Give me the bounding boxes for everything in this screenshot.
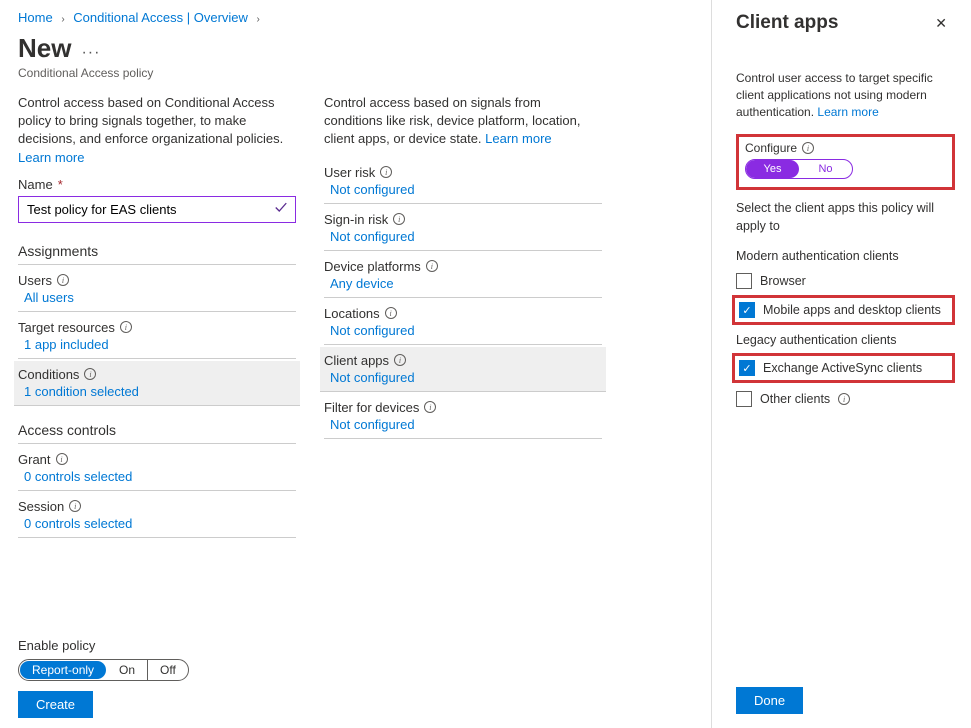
configure-highlight: Configurei Yes No [736, 134, 955, 190]
eas-highlight: ✓ Exchange ActiveSync clients [732, 353, 955, 383]
info-icon: i [385, 307, 397, 319]
info-icon: i [426, 260, 438, 272]
name-label: Name * [18, 177, 296, 192]
chevron-right-icon: › [61, 14, 64, 25]
toggle-report-only[interactable]: Report-only [20, 661, 106, 679]
client-apps-panel: Client apps ✕ Control user access to tar… [711, 0, 971, 728]
breadcrumb-ca[interactable]: Conditional Access | Overview [73, 10, 248, 25]
panel-title: Client apps [736, 12, 838, 34]
col1-description: Control access based on Conditional Acce… [18, 94, 296, 167]
configure-yes[interactable]: Yes [746, 160, 799, 178]
enable-policy-label: Enable policy [18, 638, 693, 653]
users-item[interactable]: Usersi All users [18, 267, 296, 312]
chevron-right-icon: › [257, 14, 260, 25]
more-menu-icon[interactable]: ··· [81, 44, 100, 62]
eas-checkbox-row[interactable]: ✓ Exchange ActiveSync clients [739, 360, 948, 376]
checkmark-icon [274, 201, 288, 218]
close-icon[interactable]: ✕ [935, 15, 947, 32]
breadcrumb-home[interactable]: Home [18, 10, 53, 25]
page-subtitle: Conditional Access policy [18, 66, 693, 80]
info-icon: i [380, 166, 392, 178]
info-icon: i [84, 368, 96, 380]
info-icon: i [838, 393, 850, 405]
client-apps-item[interactable]: Client appsi Not configured [320, 347, 606, 392]
info-icon: i [393, 213, 405, 225]
conditions-item[interactable]: Conditionsi 1 condition selected [14, 361, 300, 406]
toggle-off[interactable]: Off [148, 660, 188, 680]
configure-label: Configurei [745, 141, 946, 155]
info-icon: i [394, 354, 406, 366]
info-icon: i [57, 274, 69, 286]
policy-name-input[interactable] [18, 196, 296, 223]
modern-auth-header: Modern authentication clients [736, 249, 947, 263]
info-icon: i [120, 321, 132, 333]
signin-risk-item[interactable]: Sign-in riski Not configured [324, 206, 602, 251]
panel-description: Control user access to target specific c… [736, 70, 947, 120]
legacy-auth-header: Legacy authentication clients [736, 333, 947, 347]
browser-checkbox-row[interactable]: Browser [736, 273, 947, 289]
device-platforms-item[interactable]: Device platformsi Any device [324, 253, 602, 298]
grant-item[interactable]: Granti 0 controls selected [18, 446, 296, 491]
checkbox-checked[interactable]: ✓ [739, 302, 755, 318]
user-risk-item[interactable]: User riski Not configured [324, 159, 602, 204]
session-item[interactable]: Sessioni 0 controls selected [18, 493, 296, 538]
configure-toggle[interactable]: Yes No [745, 159, 853, 179]
locations-item[interactable]: Locationsi Not configured [324, 300, 602, 345]
checkbox-unchecked[interactable] [736, 273, 752, 289]
info-icon: i [56, 453, 68, 465]
checkbox-checked[interactable]: ✓ [739, 360, 755, 376]
configure-no[interactable]: No [799, 160, 852, 178]
target-resources-item[interactable]: Target resourcesi 1 app included [18, 314, 296, 359]
create-button[interactable]: Create [18, 691, 93, 718]
mobile-checkbox-row[interactable]: ✓ Mobile apps and desktop clients [739, 302, 948, 318]
filter-devices-item[interactable]: Filter for devicesi Not configured [324, 394, 602, 439]
info-icon: i [69, 500, 81, 512]
learn-more-link[interactable]: Learn more [485, 131, 551, 146]
enable-policy-toggle[interactable]: Report-only On Off [18, 659, 189, 681]
breadcrumb: Home › Conditional Access | Overview › [18, 10, 693, 25]
learn-more-link[interactable]: Learn more [817, 105, 878, 119]
col2-description: Control access based on signals from con… [324, 94, 602, 149]
info-icon: i [802, 142, 814, 154]
info-icon: i [424, 401, 436, 413]
mobile-highlight: ✓ Mobile apps and desktop clients [732, 295, 955, 325]
toggle-on[interactable]: On [107, 660, 148, 680]
checkbox-unchecked[interactable] [736, 391, 752, 407]
learn-more-link[interactable]: Learn more [18, 150, 84, 165]
other-clients-checkbox-row[interactable]: Other clients i [736, 391, 947, 407]
assignments-header: Assignments [18, 243, 296, 265]
select-apps-text: Select the client apps this policy will … [736, 200, 947, 235]
page-title: New [18, 33, 71, 64]
access-controls-header: Access controls [18, 422, 296, 444]
done-button[interactable]: Done [736, 687, 803, 714]
